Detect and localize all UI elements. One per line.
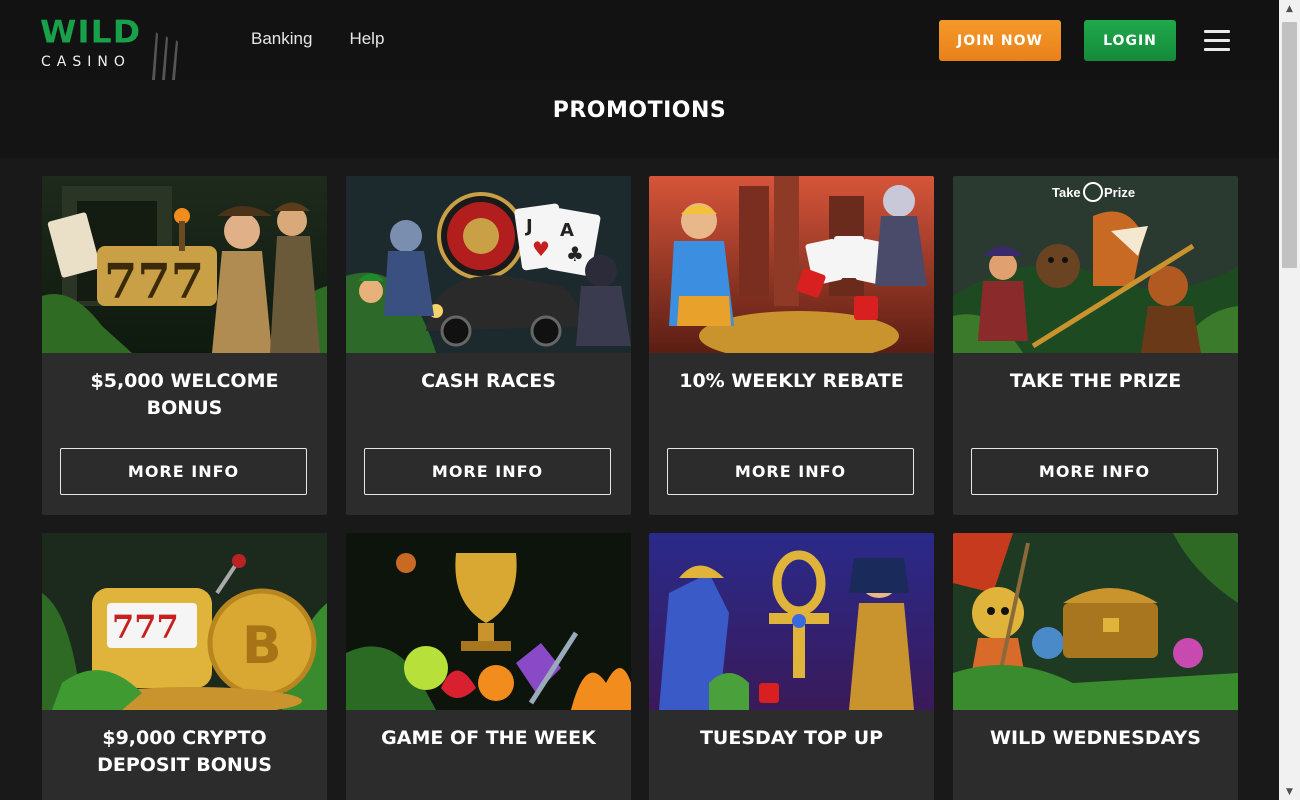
wild-casino-logo[interactable]: WILD CASINO	[40, 14, 190, 80]
more-info-button[interactable]: MORE INFO	[60, 448, 307, 495]
promo-title: $5,000 WELCOME BONUS	[90, 370, 279, 419]
svg-text:J: J	[524, 216, 533, 237]
promo-card: 777 B $9,000 CRYPTO DEPOSIT BONUS	[42, 533, 327, 800]
site-header: WILD CASINO Banking Help JOIN NOW LOGIN	[0, 0, 1279, 80]
svg-text:B: B	[242, 616, 282, 676]
promo-title: $9,000 CRYPTO DEPOSIT BONUS	[97, 727, 272, 776]
svg-text:Take: Take	[1052, 185, 1081, 200]
promo-card: J ♥ A ♣ CASH RACES MORE INFO	[346, 176, 631, 515]
more-info-button[interactable]: MORE INFO	[667, 448, 914, 495]
promo-title: CASH RACES	[421, 370, 556, 392]
page-title-band: PROMOTIONS	[0, 80, 1279, 158]
scroll-up-arrow-icon[interactable]: ▲	[1279, 0, 1300, 17]
promo-image-game-of-the-week[interactable]	[346, 533, 631, 710]
promo-title: TAKE THE PRIZE	[1009, 370, 1182, 392]
promo-card: WILD WEDNESDAYS	[953, 533, 1238, 800]
scrollbar-thumb[interactable]	[1282, 22, 1297, 268]
page-title: PROMOTIONS	[552, 98, 727, 123]
svg-text:Prize: Prize	[1104, 185, 1135, 200]
page-viewport: WILD CASINO Banking Help JOIN NOW LOGIN …	[0, 0, 1279, 800]
login-button[interactable]: LOGIN	[1084, 20, 1176, 61]
promo-card: 777 $5,000 WELCOME BONUS MORE INFO	[42, 176, 327, 515]
promo-image-jungle-explorer[interactable]: 777	[42, 176, 327, 353]
promo-image-weekly-rebate[interactable]	[649, 176, 934, 353]
promo-image-wild-wednesdays[interactable]	[953, 533, 1238, 710]
svg-text:♣: ♣	[566, 242, 584, 266]
claw-marks-icon	[152, 32, 178, 80]
scroll-down-arrow-icon[interactable]: ▼	[1279, 783, 1300, 800]
vertical-scrollbar[interactable]: ▲ ▼	[1279, 0, 1300, 800]
nav-help-link[interactable]: Help	[349, 28, 384, 50]
svg-text:777: 777	[112, 608, 179, 646]
promo-image-take-the-prize[interactable]: Take Prize	[953, 176, 1238, 353]
svg-text:777: 777	[104, 254, 204, 310]
promo-title: 10% WEEKLY REBATE	[679, 370, 904, 392]
more-info-button[interactable]: MORE INFO	[364, 448, 611, 495]
join-now-button[interactable]: JOIN NOW	[939, 20, 1061, 61]
svg-text:A: A	[560, 220, 574, 241]
promo-card: TUESDAY TOP UP	[649, 533, 934, 800]
hamburger-icon[interactable]	[1204, 30, 1230, 51]
logo-wordmark-casino: CASINO	[41, 54, 131, 70]
promo-card: GAME OF THE WEEK	[346, 533, 631, 800]
promo-title: WILD WEDNESDAYS	[990, 727, 1201, 749]
promo-title: TUESDAY TOP UP	[699, 727, 884, 749]
promo-image-crypto-bonus[interactable]: 777 B	[42, 533, 327, 710]
promo-title: GAME OF THE WEEK	[381, 727, 596, 749]
logo-wordmark-wild: WILD	[40, 13, 142, 51]
promo-card: 10% WEEKLY REBATE MORE INFO	[649, 176, 934, 515]
promo-image-tuesday-top-up[interactable]	[649, 533, 934, 710]
nav-banking-link[interactable]: Banking	[251, 28, 312, 50]
promo-image-cash-races[interactable]: J ♥ A ♣	[346, 176, 631, 353]
promo-card: Take Prize TAKE THE PRIZE MORE INFO	[953, 176, 1238, 515]
svg-text:♥: ♥	[532, 237, 550, 261]
more-info-button[interactable]: MORE INFO	[971, 448, 1218, 495]
main-nav: Banking Help	[251, 28, 384, 50]
